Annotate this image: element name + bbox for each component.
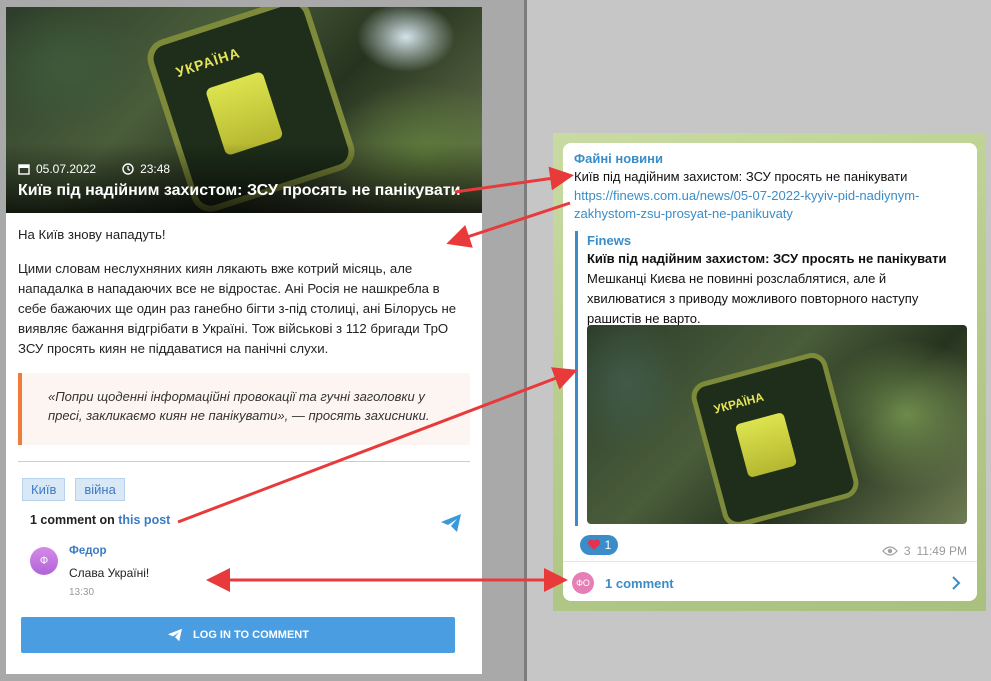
message-text: Київ під надійним захистом: ЗСУ просять … — [574, 169, 908, 184]
login-label: LOG IN TO COMMENT — [193, 629, 309, 641]
tag-list: Київ війна — [6, 462, 482, 501]
chevron-right-icon[interactable] — [951, 575, 961, 591]
calendar-icon — [18, 164, 30, 175]
article-meta: 05.07.2022 23:48 — [18, 162, 170, 176]
heart-icon — [587, 539, 600, 550]
tag-war[interactable]: війна — [75, 478, 125, 501]
tag-kyiv[interactable]: Київ — [22, 478, 66, 501]
message-time: 11:49 PM — [916, 544, 967, 558]
channel-name[interactable]: Файні новини — [574, 151, 663, 166]
telegram-icon — [168, 628, 183, 642]
clock-icon — [122, 163, 134, 175]
heart-reaction[interactable]: 1 — [580, 535, 618, 555]
article-title: Київ під надійним захистом: ЗСУ просять … — [18, 182, 461, 199]
comments-heading: 1 comment on this post — [6, 501, 482, 541]
telegram-message: Файні новини Київ під надійним захистом:… — [563, 143, 977, 601]
link-preview[interactable]: Finews Київ під надійним захистом: ЗСУ п… — [575, 231, 967, 526]
preview-image[interactable]: УКРАЇНА — [587, 325, 967, 524]
hero-shade — [6, 143, 482, 213]
patch-text: УКРАЇНА — [712, 389, 766, 417]
view-count: 3 — [903, 544, 911, 558]
preview-description: Мешканці Києва не повинні розслаблятися,… — [587, 271, 919, 326]
comments-link[interactable]: 1 comment — [605, 576, 674, 591]
reaction-count: 1 — [604, 538, 612, 552]
preview-site: Finews — [587, 233, 632, 248]
article-paragraph: Цими словам неслухняних киян лякають вже… — [18, 261, 457, 356]
article-date: 05.07.2022 — [36, 162, 97, 176]
article-paragraph: На Київ знову нападуть! — [18, 227, 166, 242]
comment-time: 13:30 — [69, 587, 95, 598]
telegram-chat: Файні новини Київ під надійним захистом:… — [553, 133, 986, 611]
login-to-comment-button[interactable]: LOG IN TO COMMENT — [21, 617, 455, 653]
message-link[interactable]: https://finews.com.ua/news/05-07-2022-ky… — [574, 187, 964, 223]
trident-graphic — [734, 411, 798, 479]
comment-item: Ф Федор Слава Україні! 13:30 — [6, 541, 482, 603]
eye-icon — [881, 546, 898, 556]
article-body: На Київ знову нападуть! Цими словам несл… — [6, 213, 482, 359]
message-meta: 3 11:49 PM — [881, 544, 967, 558]
telegram-icon[interactable] — [440, 513, 462, 533]
comments-count-text: 1 comment on — [30, 513, 115, 527]
this-post-link[interactable]: this post — [118, 513, 170, 527]
patch-graphic: УКРАЇНА — [687, 349, 863, 524]
preview-title: Київ під надійним захистом: ЗСУ просять … — [587, 251, 947, 266]
comment-author[interactable]: Федор — [69, 545, 107, 557]
avatar: ФО — [572, 572, 594, 594]
hero-image: УКРАЇНА 05.07.2022 23:48 Київ під надійн… — [6, 7, 482, 213]
article-panel: УКРАЇНА 05.07.2022 23:48 Київ під надійн… — [6, 7, 482, 674]
avatar: Ф — [30, 547, 58, 575]
article-time: 23:48 — [140, 162, 171, 176]
article-quote: «Попри щоденні інформаційні провокації т… — [18, 373, 470, 445]
patch-text: УКРАЇНА — [173, 44, 243, 81]
comment-text: Слава Україні! — [69, 566, 150, 580]
divider — [563, 561, 977, 562]
